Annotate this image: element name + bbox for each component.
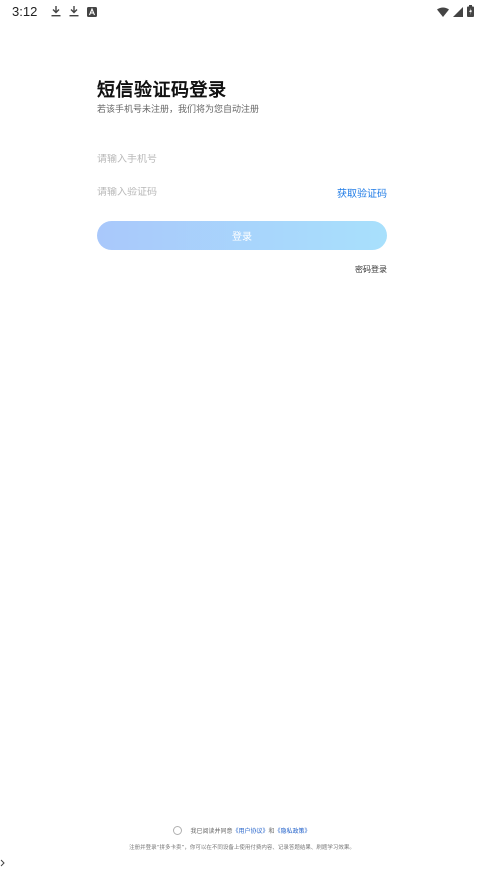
- password-login-link[interactable]: 密码登录: [355, 264, 387, 275]
- page-title: 短信验证码登录: [97, 80, 227, 101]
- download-icon: [51, 2, 61, 21]
- download-icon: [69, 2, 79, 21]
- page-subtitle: 若该手机号未注册，我们将为您自动注册: [97, 105, 260, 115]
- corner-arrow-icon: [0, 852, 6, 867]
- user-agreement-link[interactable]: 《用户协议》: [232, 826, 268, 835]
- privacy-policy-link[interactable]: 《隐私政策》: [275, 826, 311, 835]
- footer-note: 注册并登录“拼多卡卖”，你可以在不同设备上使用付费内容、记录答题结果、刷题学习效…: [129, 845, 355, 851]
- battery-icon: [467, 2, 474, 21]
- font-a-icon: [87, 2, 98, 21]
- code-input[interactable]: [97, 186, 337, 198]
- login-button[interactable]: 登录: [97, 221, 387, 250]
- get-code-button[interactable]: 获取验证码: [337, 185, 387, 200]
- agreement-row: 我已阅读并同意 《用户协议》 和 《隐私政策》: [0, 826, 484, 835]
- wifi-icon: [437, 2, 449, 21]
- agree-prefix: 我已阅读并同意: [190, 828, 233, 835]
- agree-checkbox[interactable]: [173, 826, 183, 835]
- phone-input[interactable]: [97, 153, 387, 165]
- code-field: 获取验证码: [97, 181, 387, 203]
- status-time: 3:12: [12, 3, 38, 19]
- signal-icon: [453, 2, 463, 21]
- status-bar: 3:12: [0, 0, 484, 22]
- phone-field: [97, 148, 387, 170]
- status-right: [437, 2, 474, 21]
- status-left: 3:12: [12, 2, 98, 21]
